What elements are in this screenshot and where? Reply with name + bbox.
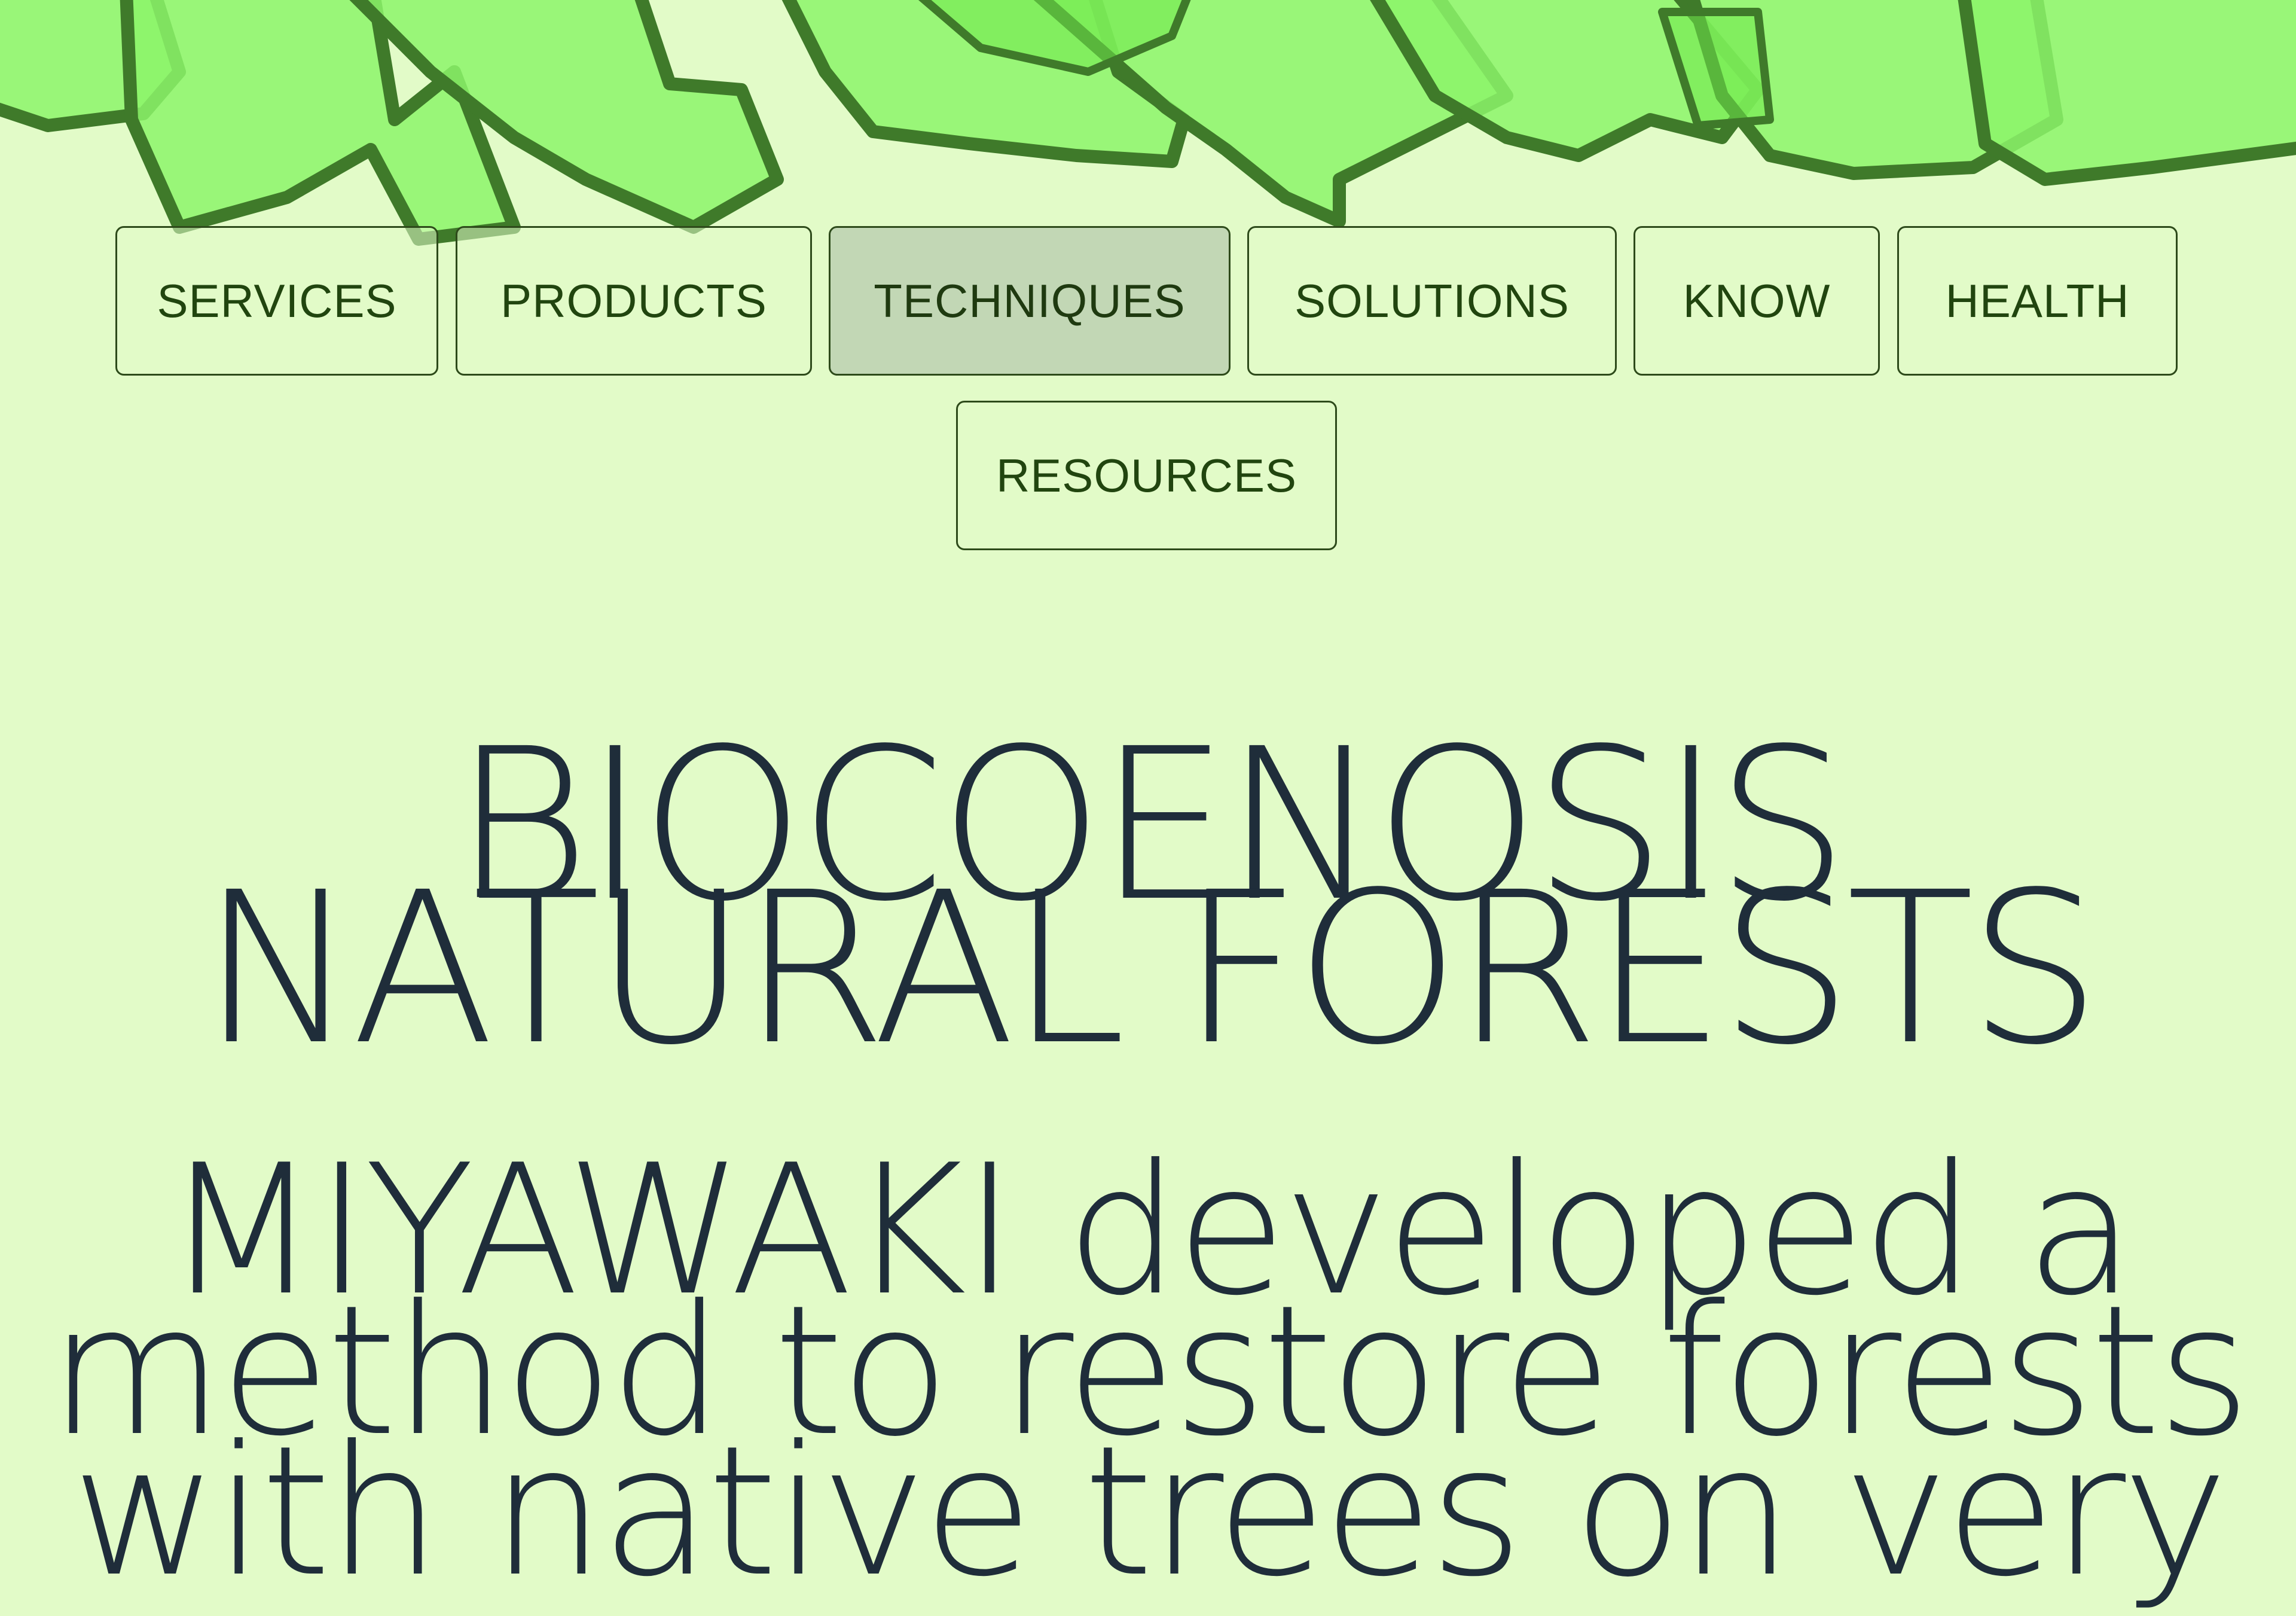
intro-paragraph: MIYAWAKI developed a method to restore f…	[0, 1141, 2296, 1616]
nav-techniques-button[interactable]: TECHNIQUES	[829, 226, 1231, 376]
nav-techniques-label: TECHNIQUES	[874, 274, 1186, 327]
intro-line-3: with native trees on very	[71, 1407, 2228, 1616]
hero-title-line-2: NATURAL FORESTS	[201, 847, 2101, 1091]
nav-products-label: PRODUCTS	[500, 274, 767, 327]
nav-solutions-button[interactable]: SOLUTIONS	[1247, 226, 1617, 376]
nav-health-label: HEALTH	[1945, 274, 2130, 327]
nav-services-label: SERVICES	[157, 274, 397, 327]
nav-know-label: KNOW	[1683, 274, 1831, 327]
main-navigation: SERVICES PRODUCTS TECHNIQUES SOLUTIONS K…	[0, 0, 2296, 598]
nav-resources-label: RESOURCES	[996, 449, 1297, 502]
nav-know-button[interactable]: KNOW	[1634, 226, 1880, 376]
nav-solutions-label: SOLUTIONS	[1294, 274, 1570, 327]
nav-products-button[interactable]: PRODUCTS	[456, 226, 812, 376]
nav-services-button[interactable]: SERVICES	[115, 226, 438, 376]
nav-resources-button[interactable]: RESOURCES	[956, 401, 1337, 550]
nav-health-button[interactable]: HEALTH	[1897, 226, 2178, 376]
